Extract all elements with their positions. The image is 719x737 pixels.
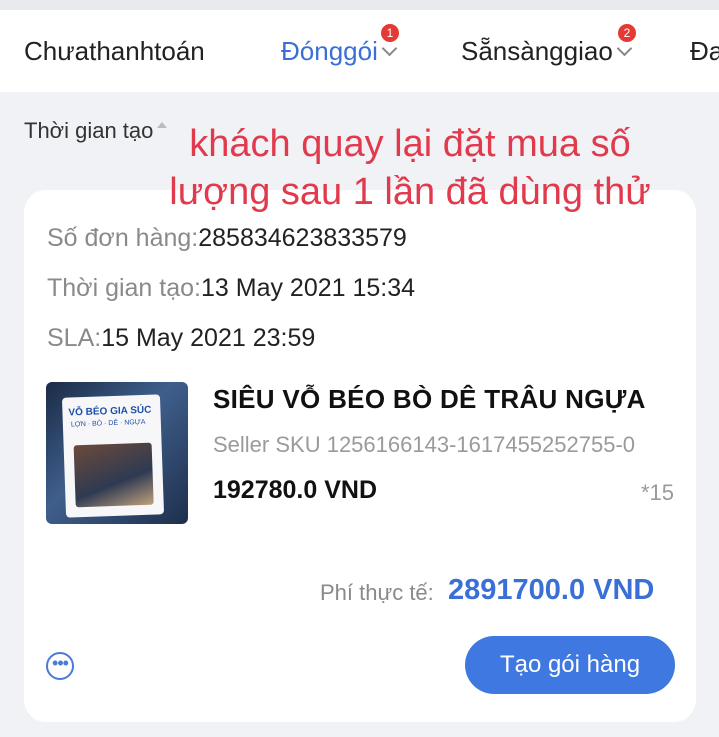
- tab-packing-badge: 1: [381, 24, 399, 42]
- annotation-line-2: lượng sau 1 lần đã dùng thử: [169, 171, 651, 213]
- product-package: VỖ BÉO GIA SÚC LỢN · BÒ · DÊ · NGỰA: [61, 394, 165, 518]
- chevron-down-icon: [616, 40, 633, 57]
- product-quantity: *15: [640, 480, 674, 505]
- create-package-button[interactable]: Tạo gói hàng: [465, 636, 675, 694]
- product-image[interactable]: VỖ BÉO GIA SÚC LỢN · BÒ · DÊ · NGỰA: [46, 382, 188, 524]
- annotation-overlay: khách quay lại đặt mua số lượng sau 1 lầ…: [120, 120, 700, 216]
- sla-value: 15 May 2021 23:59: [101, 324, 316, 352]
- sla-row: SLA:15 May 2021 23:59: [47, 324, 315, 353]
- sla-label: SLA:: [47, 324, 102, 352]
- order-card: Số đơn hàng:285834623833579 Thời gian tạ…: [24, 190, 696, 722]
- actual-fee-value: 2891700.0 VND: [448, 574, 655, 606]
- product-sku: Seller SKU 1256166143-1617455252755-0: [213, 432, 636, 457]
- order-status-tabs: Chưathanhtoán Đónggói 1 Sẵnsànggiao 2 Đa: [0, 0, 719, 92]
- package-title: VỖ BÉO GIA SÚC: [68, 404, 152, 419]
- actual-fee-label: Phí thực tế:: [320, 580, 434, 605]
- package-artwork: [73, 442, 154, 508]
- tab-unpaid[interactable]: Chưathanhtoán: [24, 36, 205, 67]
- created-time-label: Thời gian tạo:: [47, 274, 201, 302]
- tab-unpaid-label: Chưathanhtoán: [24, 36, 205, 66]
- tab-packing-label: Đónggói: [281, 36, 378, 66]
- product-price: 192780.0 VND: [213, 476, 378, 504]
- more-options-icon[interactable]: •••: [46, 652, 74, 680]
- chevron-down-icon: [381, 40, 398, 57]
- product-name[interactable]: SIÊU VỖ BÉO BÒ DÊ TRÂU NGỰA: [213, 384, 673, 415]
- tab-partial[interactable]: Đa: [690, 36, 719, 67]
- tab-partial-label: Đa: [690, 36, 719, 66]
- order-number-label: Số đơn hàng:: [47, 224, 199, 252]
- order-number-row: Số đơn hàng:285834623833579: [47, 224, 407, 253]
- tab-ready-label: Sẵnsànggiao: [461, 36, 613, 66]
- created-time-row: Thời gian tạo:13 May 2021 15:34: [47, 274, 415, 303]
- package-subtitle: LỢN · BÒ · DÊ · NGỰA: [70, 418, 146, 429]
- tab-ready-badge: 2: [618, 24, 636, 42]
- tab-packing[interactable]: Đónggói 1: [281, 24, 399, 67]
- created-time: 13 May 2021 15:34: [200, 274, 416, 302]
- annotation-line-1: khách quay lại đặt mua số: [189, 123, 631, 165]
- order-number: 285834623833579: [198, 224, 407, 252]
- tab-ready-to-ship[interactable]: Sẵnsànggiao 2: [461, 24, 636, 67]
